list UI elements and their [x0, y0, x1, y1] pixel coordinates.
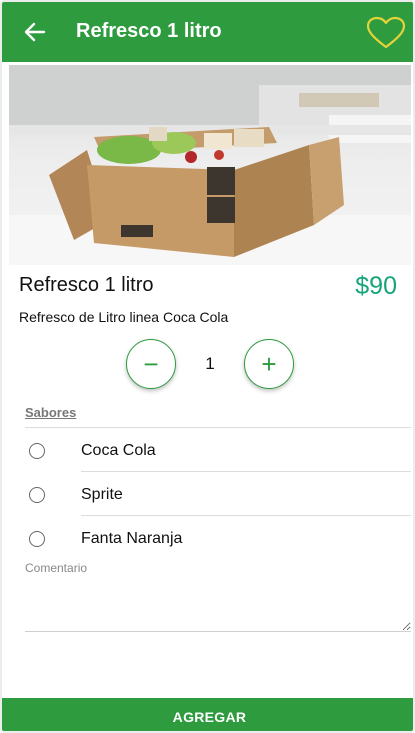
comment-label: Comentario: [25, 561, 88, 575]
product-name: Refresco 1 litro: [19, 274, 154, 296]
flavor-option-label[interactable]: Sprite: [81, 486, 123, 504]
app-bar: Refresco 1 litro: [2, 2, 413, 62]
minus-icon: −: [143, 348, 159, 379]
divider: [25, 427, 411, 428]
flavor-option-label[interactable]: Coca Cola: [81, 442, 156, 460]
plus-icon: +: [261, 348, 277, 379]
product-description: Refresco de Litro linea Coca Cola: [19, 309, 229, 325]
comment-field[interactable]: [25, 578, 411, 632]
arrow-left-icon[interactable]: [22, 19, 48, 45]
flavor-option-label[interactable]: Fanta Naranja: [81, 530, 182, 548]
add-to-cart-button[interactable]: AGREGAR: [2, 698, 413, 731]
radio-coca-cola[interactable]: [29, 443, 45, 459]
radio-fanta-naranja[interactable]: [29, 531, 45, 547]
quantity-value: 1: [205, 354, 215, 373]
heart-outline-icon[interactable]: [366, 16, 406, 50]
increase-quantity-button[interactable]: +: [244, 339, 294, 389]
divider: [81, 515, 411, 516]
flavors-section-label: Sabores: [25, 405, 77, 420]
divider: [81, 471, 411, 472]
decrease-quantity-button[interactable]: −: [126, 339, 176, 389]
page-title: Refresco 1 litro: [76, 20, 222, 42]
radio-sprite[interactable]: [29, 487, 45, 503]
product-detail-screen: Refresco 1 litro Refresco 1 litro $90 Re…: [0, 0, 415, 733]
product-price: $90: [355, 272, 397, 300]
product-image: [9, 65, 411, 265]
